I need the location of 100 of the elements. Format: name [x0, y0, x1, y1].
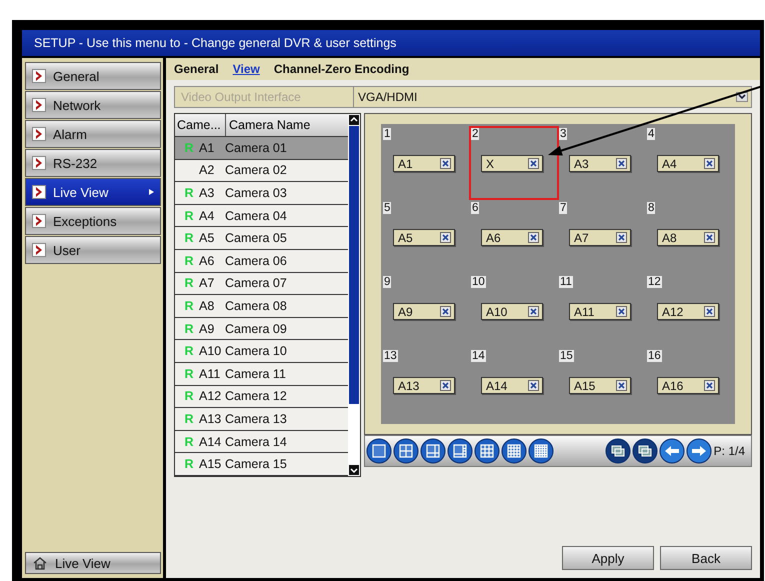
cell-number: 12 — [647, 276, 662, 288]
cell-number: 14 — [471, 350, 486, 362]
action-button[interactable]: Apply — [562, 546, 654, 570]
scrollbar[interactable] — [348, 114, 360, 476]
close-icon[interactable] — [704, 158, 715, 169]
sidebar-item[interactable]: User — [25, 236, 161, 264]
layout-cell[interactable]: 9 A9 — [381, 274, 471, 348]
channel-tag[interactable]: A16 — [657, 377, 719, 394]
tab[interactable]: General — [174, 62, 219, 76]
record-label: R — [183, 457, 195, 472]
submenu-arrow-icon — [149, 189, 154, 195]
layout-cell[interactable]: 13 A13 — [381, 348, 471, 422]
record-label: R — [183, 412, 195, 426]
close-icon[interactable] — [616, 232, 627, 243]
close-icon[interactable] — [704, 232, 715, 243]
camera-id: A2 — [199, 163, 216, 178]
camera-name: Camera 08 — [225, 298, 287, 313]
layout-cell[interactable]: 2 X — [469, 126, 559, 200]
layout-icon[interactable] — [501, 438, 527, 464]
layout-cell[interactable]: 8 A8 — [645, 200, 735, 274]
layout-cell[interactable]: 6 A6 — [469, 200, 559, 274]
next-page-icon[interactable] — [686, 438, 712, 464]
layout-icon[interactable] — [366, 438, 392, 464]
camera-row[interactable]: R A1 Camera 01 — [175, 137, 348, 160]
previous-page-icon[interactable] — [658, 438, 685, 464]
live-view-button[interactable]: Live View — [25, 552, 161, 574]
sidebar-item[interactable]: RS-232 — [25, 149, 161, 177]
camera-name: Camera 14 — [225, 434, 287, 449]
layout-cell[interactable]: 3 A3 — [557, 126, 647, 200]
channel-tag[interactable]: A15 — [569, 377, 631, 394]
channel-tag[interactable]: A5 — [393, 229, 455, 246]
close-icon[interactable] — [528, 306, 539, 317]
layout-cell[interactable]: 5 A5 — [381, 200, 471, 274]
layout-cell[interactable]: 4 A4 — [645, 126, 735, 200]
camera-name: Camera 10 — [225, 344, 287, 358]
channel-tag[interactable]: A1 — [393, 155, 455, 172]
column-header: Camera Name — [228, 117, 310, 134]
close-icon[interactable] — [616, 306, 627, 317]
camera-name: Camera 01 — [225, 140, 287, 155]
channel-tag[interactable]: A11 — [569, 303, 631, 320]
layout-icon[interactable] — [528, 438, 554, 464]
chevron-icon — [32, 127, 46, 141]
channel-tag[interactable]: A7 — [569, 229, 631, 246]
sidebar-item[interactable]: Network — [25, 91, 161, 119]
close-icon[interactable] — [616, 158, 627, 169]
close-icon[interactable] — [616, 380, 627, 391]
layout-cell[interactable]: 12 A12 — [645, 274, 735, 348]
sidebar-item[interactable]: Alarm — [25, 120, 161, 148]
close-icon[interactable] — [528, 158, 539, 169]
camera-name: Camera 03 — [225, 186, 287, 200]
chevron-icon — [32, 185, 46, 199]
house-icon — [32, 556, 48, 570]
camera-name: Camera 04 — [225, 208, 287, 223]
layout-icon[interactable] — [393, 438, 419, 464]
camera-name: Camera 09 — [225, 322, 287, 336]
layout-cell[interactable]: 15 A15 — [557, 348, 647, 422]
layout-cell[interactable]: 14 A14 — [469, 348, 559, 422]
sidebar-item[interactable]: General — [25, 62, 161, 90]
layout-cell[interactable]: 11 A11 — [557, 274, 647, 348]
close-icon[interactable] — [704, 380, 715, 391]
tab[interactable]: Channel-Zero Encoding — [274, 62, 410, 76]
close-icon[interactable] — [440, 232, 451, 243]
layout-cell[interactable]: 1 A1 — [381, 126, 471, 200]
video-output-label: Video Output Interface — [175, 87, 354, 107]
layout-icon[interactable] — [420, 438, 446, 464]
camera-name: Camera 11 — [225, 366, 286, 381]
record-label: R — [183, 322, 195, 336]
sidebar-item[interactable]: Live View — [25, 178, 161, 206]
record-label: R — [183, 186, 195, 200]
layout-cell[interactable]: 10 A10 — [469, 274, 559, 348]
action-button[interactable]: Back — [660, 546, 752, 570]
channel-tag[interactable]: A10 — [481, 303, 543, 320]
close-icon[interactable] — [440, 158, 451, 169]
channel-tag[interactable]: A3 — [569, 155, 631, 172]
channel-tag[interactable]: A14 — [481, 377, 543, 394]
channel-tag[interactable]: A4 — [657, 155, 719, 172]
channel-tag[interactable]: A8 — [657, 229, 719, 246]
close-icon[interactable] — [704, 306, 715, 317]
channel-tag[interactable]: A6 — [481, 229, 543, 246]
record-label: R — [183, 140, 195, 155]
screens-icon[interactable] — [604, 438, 631, 464]
layout-cell[interactable]: 7 A7 — [557, 200, 647, 274]
cell-number: 8 — [647, 202, 656, 214]
channel-tag[interactable]: A12 — [657, 303, 719, 320]
camera-name: Camera 13 — [225, 412, 287, 426]
tab[interactable]: View — [232, 62, 260, 76]
close-icon[interactable] — [440, 306, 451, 317]
layout-icon[interactable] — [474, 438, 500, 464]
channel-tag[interactable]: A13 — [393, 377, 455, 394]
close-icon[interactable] — [528, 232, 539, 243]
layout-cell[interactable]: 16 A16 — [645, 348, 735, 422]
screens-icon[interactable] — [632, 438, 658, 464]
sidebar-item[interactable]: Exceptions — [25, 207, 161, 235]
close-icon[interactable] — [528, 380, 539, 391]
layout-icon[interactable] — [447, 438, 473, 464]
video-output-dropdown[interactable]: VGA/HDMI — [354, 87, 751, 107]
channel-tag[interactable]: X — [481, 155, 543, 172]
close-icon[interactable] — [440, 380, 451, 391]
channel-tag[interactable]: A9 — [393, 303, 455, 320]
camera-name: Camera 02 — [225, 163, 287, 178]
